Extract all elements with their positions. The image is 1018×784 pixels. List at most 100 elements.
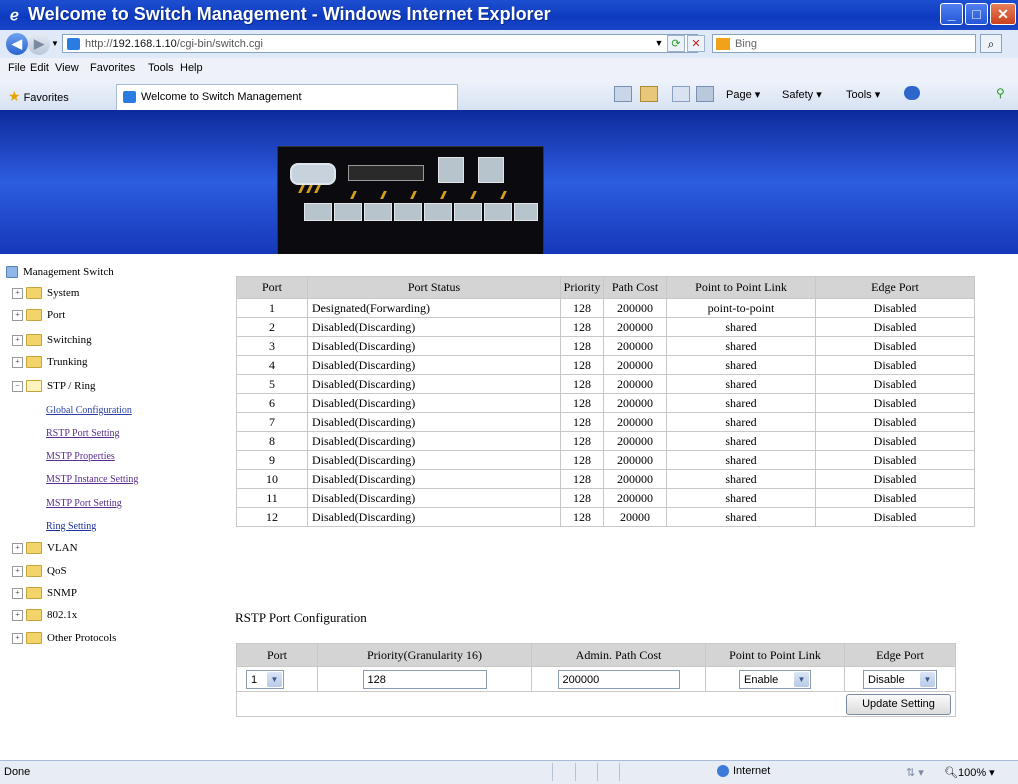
cell-edge-port: Disabled xyxy=(815,298,975,318)
search-icon[interactable]: ⌕ xyxy=(980,34,1002,53)
menu-file[interactable]: File xyxy=(8,62,26,74)
cfg-header-priority: Priority(Granularity 16) xyxy=(317,643,532,667)
menu-view[interactable]: View xyxy=(55,62,79,74)
tree-item-system[interactable]: + System xyxy=(12,287,79,300)
tree-item-stp-ring[interactable]: − STP / Ring xyxy=(12,380,96,393)
folder-icon xyxy=(26,334,42,347)
dip-switch xyxy=(348,165,424,181)
rj45-bottom-port xyxy=(304,203,332,221)
table-row: 10 Disabled(Discarding) 128 200000 shared Dis… xyxy=(236,469,975,489)
close-button[interactable]: ✕ xyxy=(990,3,1016,25)
tree-item-port[interactable]: + Port xyxy=(12,309,65,322)
menu-favorites[interactable]: Favorites xyxy=(90,62,135,74)
stop-icon[interactable]: ✕ xyxy=(687,35,705,52)
link-global-configuration[interactable]: Global Configuration xyxy=(46,405,132,416)
link-mstp-instance-setting[interactable]: MSTP Instance Setting xyxy=(46,474,138,485)
led-indicator xyxy=(314,185,321,193)
chevron-down-icon: ▼ xyxy=(920,671,935,687)
help-icon[interactable] xyxy=(904,86,920,100)
cell-priority: 128 xyxy=(560,469,604,489)
minimize-button[interactable]: _ xyxy=(940,3,963,25)
expand-icon[interactable]: + xyxy=(12,287,23,299)
cell-edge-port: Disabled xyxy=(815,336,975,356)
config-button-row: Update Setting xyxy=(236,691,956,717)
status-bar: Done Internet ⇅ ▾ 🔍︎100% ▾ xyxy=(0,760,1018,784)
expand-icon[interactable]: + xyxy=(12,609,23,621)
page-menu[interactable]: Page ▾ xyxy=(726,88,760,101)
col-header-p2p-link: Point to Point Link xyxy=(666,276,816,299)
rstp-config-table: Port Priority(Granularity 16) Admin. Pat… xyxy=(236,643,956,717)
forward-button[interactable]: ▶ xyxy=(28,33,50,55)
protected-mode-icon[interactable]: ⇅ ▾ xyxy=(906,766,924,779)
update-setting-button[interactable]: Update Setting xyxy=(846,693,951,715)
tree-item-8021x[interactable]: +802.1x xyxy=(12,609,77,622)
tree-item-switching[interactable]: + Switching xyxy=(12,334,92,347)
home-icon[interactable] xyxy=(614,86,632,102)
refresh-icon[interactable]: ⟳ xyxy=(667,35,685,52)
safety-menu[interactable]: Safety ▾ xyxy=(782,88,822,101)
cell-port: 1 xyxy=(236,298,308,318)
expand-icon[interactable]: + xyxy=(12,587,23,599)
tree-root[interactable]: Management Switch xyxy=(6,266,114,279)
expand-icon[interactable]: + xyxy=(12,565,23,577)
cfg-priority-cell: 128 xyxy=(317,666,532,692)
browser-tab[interactable]: Welcome to Switch Management xyxy=(116,84,458,110)
path-cost-input[interactable]: 200000 xyxy=(557,669,680,689)
favorites-button[interactable]: ★ Favorites xyxy=(8,88,69,105)
priority-input[interactable]: 128 xyxy=(362,669,487,689)
tree-item-trunking[interactable]: + Trunking xyxy=(12,356,88,369)
expand-icon[interactable]: + xyxy=(12,309,23,321)
url-input[interactable]: http://192.168.1.10/cgi-bin/switch.cgi xyxy=(62,34,698,53)
back-button[interactable]: ◀ xyxy=(6,33,28,55)
p2p-link-select[interactable]: Enable ▼ xyxy=(739,669,811,689)
menu-help[interactable]: Help xyxy=(180,62,203,74)
cell-p2p-link: shared xyxy=(666,412,816,432)
open-folder-icon xyxy=(26,380,42,393)
cfg-header-edge-port: Edge Port xyxy=(844,643,956,667)
link-mstp-port-setting[interactable]: MSTP Port Setting xyxy=(46,498,122,509)
mail-icon[interactable] xyxy=(672,86,690,102)
tools-menu[interactable]: Tools ▾ xyxy=(846,88,880,101)
cell-edge-port: Disabled xyxy=(815,393,975,413)
tree-item-label: Trunking xyxy=(47,356,88,368)
tree-item-other-protocols[interactable]: + Other Protocols xyxy=(12,632,116,645)
address-bar: ◀ ▶ ▼ http://192.168.1.10/cgi-bin/switch… xyxy=(0,30,1018,59)
zoom-control[interactable]: 🔍︎100% ▾ xyxy=(944,766,995,779)
tree-item-qos[interactable]: + QoS xyxy=(12,565,67,578)
menu-tools[interactable]: Tools xyxy=(148,62,174,74)
link-mstp-properties[interactable]: MSTP Properties xyxy=(46,451,115,462)
expand-icon[interactable]: + xyxy=(12,542,23,554)
cell-port-status: Disabled(Discarding) xyxy=(307,336,561,356)
col-header-port-status: Port Status xyxy=(307,276,561,299)
feeds-icon[interactable] xyxy=(640,86,658,102)
port-select[interactable]: 1 ▼ xyxy=(246,669,284,689)
menu-edit[interactable]: Edit xyxy=(30,62,49,74)
expand-icon[interactable]: + xyxy=(12,356,23,368)
link-ring-setting[interactable]: Ring Setting xyxy=(46,521,96,532)
serial-port xyxy=(290,163,336,185)
bing-icon xyxy=(716,38,730,50)
print-icon[interactable] xyxy=(696,86,714,102)
research-icon[interactable]: ⚲ xyxy=(996,86,1012,100)
url-dropdown-icon[interactable]: ▼ xyxy=(650,35,668,52)
expand-icon[interactable]: + xyxy=(12,334,23,346)
cfg-header-port: Port xyxy=(236,643,318,667)
expand-icon[interactable]: + xyxy=(12,632,23,644)
link-rstp-port-setting[interactable]: RSTP Port Setting xyxy=(46,428,120,439)
history-dropdown-icon[interactable]: ▼ xyxy=(51,39,59,48)
cell-p2p-link: shared xyxy=(666,393,816,413)
edge-port-select[interactable]: Disable ▼ xyxy=(863,669,937,689)
tree-item-vlan[interactable]: + VLAN xyxy=(12,542,78,555)
cell-edge-port: Disabled xyxy=(815,412,975,432)
cell-path-cost: 200000 xyxy=(603,431,667,451)
rj45-bottom-port xyxy=(424,203,452,221)
zone-indicator[interactable]: Internet xyxy=(717,765,770,778)
tree-item-snmp[interactable]: + SNMP xyxy=(12,587,77,600)
favorites-label: Favorites xyxy=(23,92,69,104)
collapse-icon[interactable]: − xyxy=(12,380,23,392)
cell-priority: 128 xyxy=(560,355,604,375)
search-input[interactable]: Bing xyxy=(712,34,976,53)
cell-port-status: Disabled(Discarding) xyxy=(307,355,561,375)
ie-logo-icon: ℯ xyxy=(10,7,19,24)
maximize-button[interactable]: □ xyxy=(965,3,988,25)
